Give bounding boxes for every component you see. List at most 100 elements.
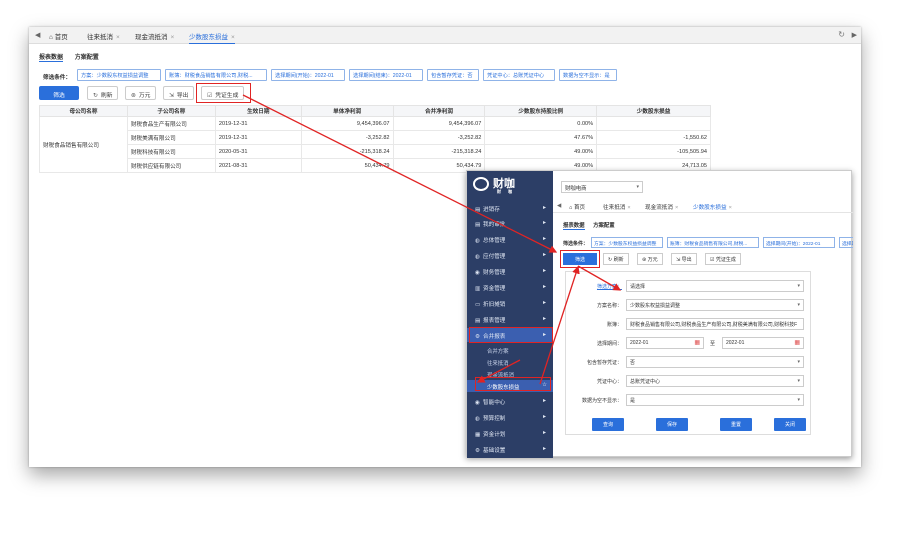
column-header[interactable]: 母公司名称 bbox=[39, 105, 128, 117]
chevron-right-icon: ▸ bbox=[542, 220, 546, 226]
tab-minority[interactable]: 少数股东损益 × bbox=[693, 203, 732, 211]
close-icon[interactable]: × bbox=[729, 205, 732, 211]
calendar-icon[interactable]: ▦ bbox=[794, 339, 800, 346]
table-row[interactable]: 财税美满有限公司 2019-12-31 -3,252.82 -3,252.82 … bbox=[40, 130, 711, 145]
chevron-right-icon: ▸ bbox=[542, 300, 546, 306]
center-select[interactable]: 总账凭证中心 ▾ bbox=[626, 375, 804, 387]
close-button[interactable]: 关闭 bbox=[774, 418, 806, 431]
sidebar-item[interactable]: ◍ 应付管理 ▸ bbox=[467, 248, 553, 262]
sidebar-item[interactable]: ▥ 资金管理 ▸ bbox=[467, 280, 553, 294]
center-label: 凭证中心： bbox=[596, 379, 622, 385]
empty-select[interactable]: 是 ▾ bbox=[626, 394, 804, 406]
refresh-button[interactable]: ↻ 刷新 bbox=[87, 86, 119, 100]
sidebar-item[interactable]: ▭ 折旧摊销 ▸ bbox=[467, 296, 553, 310]
filter-chip[interactable]: 包含暂存凭证：否 bbox=[427, 69, 479, 81]
filter-button[interactable]: 筛选 bbox=[39, 86, 79, 100]
submenu-item[interactable]: 往来抵消 bbox=[467, 356, 553, 368]
filter-chip[interactable]: 方案：少数股东权益损益调整 bbox=[591, 237, 663, 248]
chevron-right-icon: ▸ bbox=[542, 205, 546, 211]
close-icon[interactable]: × bbox=[116, 34, 120, 41]
submenu-item[interactable]: 合并方案 bbox=[467, 344, 553, 356]
tab-home[interactable]: ⌂ 首页 bbox=[49, 31, 68, 41]
table-row[interactable]: 财税科技有限公司 2020-05-31 -215,318.24 -215,318… bbox=[40, 144, 711, 159]
tab-intercompany[interactable]: 往来抵消 × bbox=[603, 203, 631, 211]
sidebar-item[interactable]: ▤ 我的审批 ▸ bbox=[467, 216, 553, 230]
tab-cashflow[interactable]: 现金流抵消 × bbox=[135, 31, 174, 41]
table-cell: 财税食品生产有限公司 bbox=[126, 116, 216, 131]
reload-icon[interactable]: ↻ bbox=[838, 30, 845, 39]
table-cell: -215,318.24 bbox=[300, 144, 394, 159]
filter-chip[interactable]: 选择期间(开始)：2022-01 bbox=[271, 69, 345, 81]
subtab-report-data[interactable]: 报表数据 bbox=[39, 52, 64, 62]
filter-chip[interactable]: 数据为空不显示：是 bbox=[559, 69, 617, 81]
column-header[interactable]: 合并净利润 bbox=[392, 105, 486, 117]
tab-minority[interactable]: 少数股东损益 × bbox=[189, 31, 235, 44]
chevron-right-icon: ▸ bbox=[542, 268, 546, 274]
subtab-scheme-config[interactable]: 方案配置 bbox=[75, 52, 99, 61]
sidebar-item[interactable]: ◉ 智能中心 ▸ bbox=[467, 394, 553, 408]
tab-intercompany[interactable]: 往来抵消 × bbox=[87, 31, 120, 41]
column-header[interactable]: 单体净利润 bbox=[300, 105, 394, 117]
filter-chip[interactable]: 凭证中心：总账凭证中心 bbox=[483, 69, 555, 81]
period-end-field[interactable]: 2022-01 ▦ bbox=[722, 337, 804, 349]
book-field[interactable]: 财税食品销售有限公司,财税食品生产有限公司,财税美满有限公司,财税科技F bbox=[626, 318, 804, 330]
close-icon[interactable]: × bbox=[675, 205, 678, 211]
highlight-voucher-box bbox=[196, 83, 251, 103]
sidebar-item[interactable]: ▤ 报表管理 ▸ bbox=[467, 312, 553, 326]
menu-icon: ▦ bbox=[475, 432, 481, 438]
reset-button[interactable]: 重置 bbox=[720, 418, 752, 431]
chevron-down-icon: ▾ bbox=[636, 184, 639, 190]
filter-row: 筛选条件： 方案：少数股东权益损益调整 账簿：财税食品销售有限公司,财税... … bbox=[39, 68, 859, 84]
chevron-right-icon: ▸ bbox=[542, 252, 546, 258]
tab-scroll-left-icon[interactable]: ◀ bbox=[557, 203, 561, 209]
table-row[interactable]: 财税食品销售有限公司 财税食品生产有限公司 2019-12-31 9,454,3… bbox=[39, 116, 711, 173]
subtab-report-data[interactable]: 报表数据 bbox=[563, 223, 585, 230]
menu-icon: ▥ bbox=[475, 286, 481, 292]
column-header[interactable]: 少数股东损益 bbox=[596, 105, 711, 117]
filter-chip[interactable]: 选择期间(结束)：2022-01 bbox=[349, 69, 423, 81]
calendar-icon[interactable]: ▦ bbox=[694, 339, 700, 346]
export-button[interactable]: ⇲ 导出 bbox=[163, 86, 195, 100]
tab-scroll-left-icon[interactable]: ◀ bbox=[35, 31, 40, 39]
sidebar-item[interactable]: ◍ 预算控制 ▸ bbox=[467, 410, 553, 424]
sidebar-item[interactable]: ⚙ 基础设置 ▸ bbox=[467, 442, 553, 456]
chevron-right-icon: ▸ bbox=[542, 284, 546, 290]
column-header[interactable]: 生效日期 bbox=[214, 105, 302, 117]
sidebar-item[interactable]: ◍ 总体管理 ▸ bbox=[467, 232, 553, 246]
filter-chip[interactable]: 方案：少数股东权益损益调整 bbox=[77, 69, 161, 81]
close-icon[interactable]: × bbox=[171, 34, 175, 41]
scheme-name-select[interactable]: 少数股东权益损益调整 ▾ bbox=[626, 299, 804, 311]
table-cell bbox=[596, 116, 711, 131]
scheme-select[interactable]: 请选择 ▾ bbox=[626, 280, 804, 292]
close-icon[interactable]: × bbox=[627, 205, 630, 211]
filter-chip[interactable]: 选择期间(开始)：2022-01 bbox=[763, 237, 835, 248]
tab-home[interactable]: ⌂ 首页 bbox=[569, 203, 585, 211]
chevron-right-icon: ▸ bbox=[542, 414, 546, 420]
unit-button[interactable]: ⊛ 万元 bbox=[637, 253, 663, 265]
unit-button[interactable]: ⊛ 万元 bbox=[125, 86, 157, 100]
export-button[interactable]: ⇲ 导出 bbox=[671, 253, 697, 265]
column-header[interactable]: 少数股东持股比例 bbox=[484, 105, 598, 117]
voucher-generate-button[interactable]: ☑ 凭证生成 bbox=[705, 253, 741, 265]
sidebar-item[interactable]: ▤ 进销存 ▸ bbox=[467, 201, 553, 215]
table-cell: -105,505.94 bbox=[596, 144, 711, 159]
column-header[interactable]: 子公司名称 bbox=[126, 105, 216, 117]
filter-chip[interactable]: 账簿：财税食品销售有限公司,财税... bbox=[667, 237, 759, 248]
panel-content: 财咖电商 ▾ ◀ ⌂ 首页 往来抵消 × 现金流抵消 × 少数股东损益 × 报表数据 方… bbox=[553, 171, 853, 458]
filter-chip[interactable]: 选择期间 bbox=[839, 237, 853, 248]
tab-cashflow[interactable]: 现金流抵消 × bbox=[645, 203, 678, 211]
close-icon[interactable]: × bbox=[231, 34, 235, 41]
staging-select[interactable]: 否 ▾ bbox=[626, 356, 804, 368]
form-row-period: 选择期间： 2022-01 ▦ 至 2022-01 ▦ bbox=[566, 337, 812, 351]
refresh-button[interactable]: ↻ 刷新 bbox=[603, 253, 629, 265]
scheme-label[interactable]: 筛选方案： bbox=[597, 283, 622, 290]
sidebar-item[interactable]: ▦ 资金计划 ▸ bbox=[467, 426, 553, 440]
period-start-field[interactable]: 2022-01 ▦ bbox=[626, 337, 704, 349]
subtab-scheme-config[interactable]: 方案配置 bbox=[593, 223, 615, 229]
tab-scroll-right-icon[interactable]: ▶ bbox=[852, 31, 857, 39]
org-select[interactable]: 财咖电商 ▾ bbox=[561, 181, 643, 193]
sidebar-item[interactable]: ◉ 财务管理 ▸ bbox=[467, 264, 553, 278]
filter-chip[interactable]: 账簿：财税食品销售有限公司,财税... bbox=[165, 69, 267, 81]
save-button[interactable]: 保存 bbox=[656, 418, 688, 431]
query-button[interactable]: 查询 bbox=[592, 418, 624, 431]
